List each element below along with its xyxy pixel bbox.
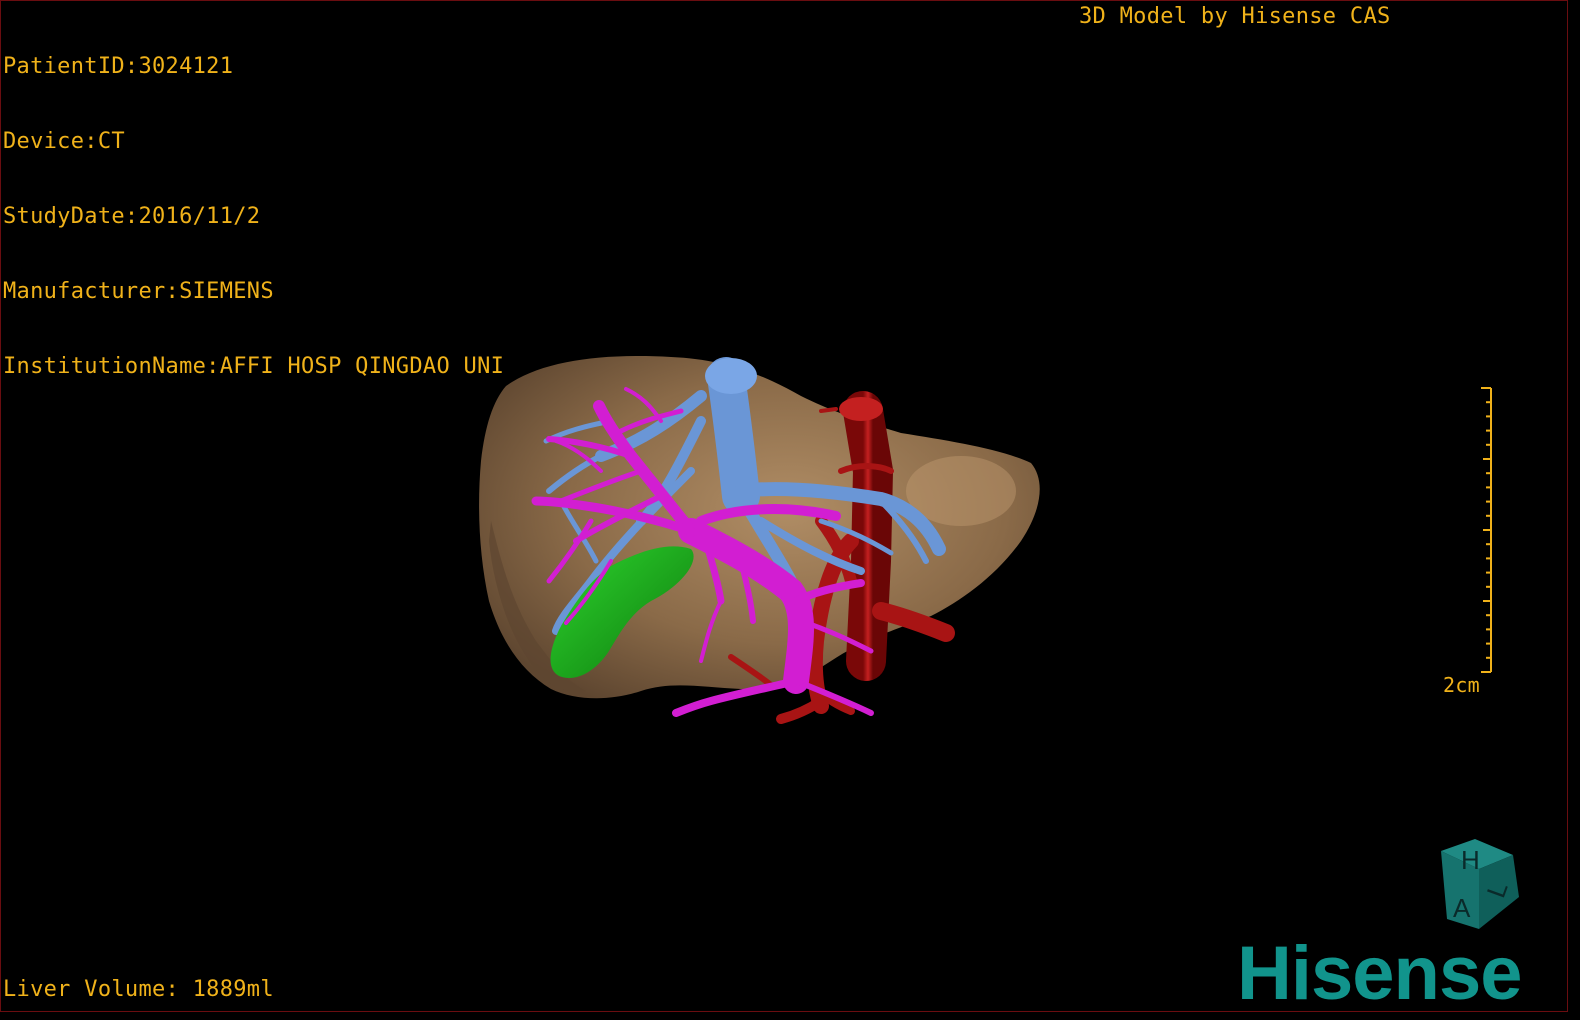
study-date-label: StudyDate:2016/11/2 [3,204,261,229]
orientation-cube[interactable]: H A L [1421,839,1521,931]
patient-info-panel: PatientID:3024121 Device:CT StudyDate:20… [3,4,504,429]
hisense-logo-text: Hisense [1237,935,1522,1005]
scale-bar [1481,387,1492,673]
cube-face-top: H [1461,845,1480,875]
hisense-logo: Hisense [1237,935,1523,1005]
brand-title: 3D Model by Hisense CAS [1079,4,1391,29]
cube-face-front: A [1453,893,1471,923]
manufacturer-label: Manufacturer:SIEMENS [3,279,274,304]
institution-label: InstitutionName:AFFI HOSP QINGDAO UNI [3,354,505,379]
device-label: Device:CT [3,129,125,154]
patient-id-label: PatientID:3024121 [3,54,234,79]
3d-viewport[interactable]: PatientID:3024121 Device:CT StudyDate:20… [0,0,1568,1012]
scale-bar-label: 2cm [1443,673,1481,697]
liver-volume-label: Liver Volume: 1889ml [3,977,274,1002]
